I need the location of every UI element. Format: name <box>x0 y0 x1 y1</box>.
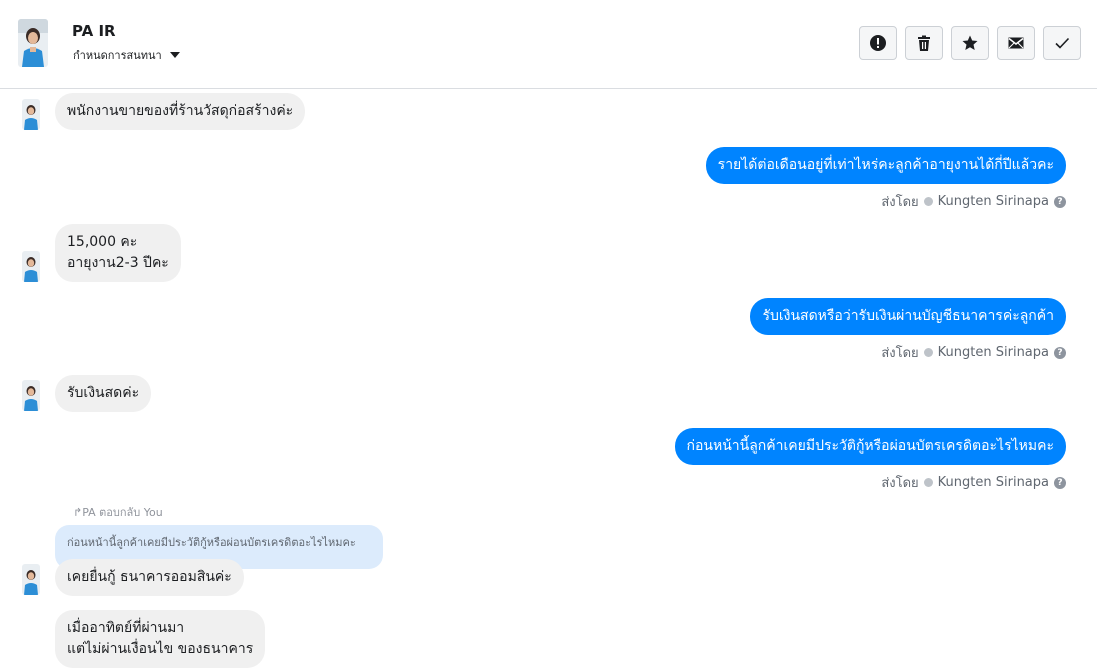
star-icon <box>962 35 978 50</box>
message-line: 15,000 คะ <box>67 234 138 250</box>
contact-avatar-small <box>22 251 40 282</box>
sent-by-info: ส่งโดย Kungten Sirinapa ? <box>881 342 1066 363</box>
mark-unread-button[interactable] <box>997 26 1035 60</box>
trash-icon <box>918 35 930 51</box>
message-line: แต่ไม่ผ่านเงื่อนไข ของธนาคาร <box>67 641 254 657</box>
outgoing-message[interactable]: รับเงินสดหรือว่ารับเงินผ่านบัญชีธนาคารค่… <box>750 298 1066 335</box>
help-icon[interactable]: ? <box>1054 195 1066 208</box>
incoming-message[interactable]: รับเงินสดค่ะ <box>55 375 152 412</box>
help-icon[interactable]: ? <box>1054 346 1066 359</box>
assign-conversation-label: กำหนดการสนทนา <box>73 49 162 62</box>
agent-status-icon <box>923 478 933 487</box>
sent-by-label: ส่งโดย <box>881 195 919 210</box>
caret-down-icon <box>169 52 180 58</box>
reply-indicator: ↱PA ตอบกลับ You <box>73 506 163 519</box>
incoming-message[interactable]: เคยยื่นกู้ ธนาคารออมสินค่ะ <box>55 559 244 596</box>
message-line: เมื่ออาทิตย์ที่ผ่านมา <box>67 620 185 636</box>
sent-by-label: ส่งโดย <box>881 476 919 491</box>
incoming-message[interactable]: พนักงานขายของที่ร้านวัสดุก่อสร้างค่ะ <box>55 93 306 130</box>
help-icon[interactable]: ? <box>1054 476 1066 489</box>
sent-by-label: ส่งโดย <box>881 346 919 361</box>
agent-status-icon <box>923 348 933 357</box>
contact-avatar-small <box>22 564 40 595</box>
message-line: อายุงาน2-3 ปีคะ <box>67 255 169 271</box>
sent-by-agent[interactable]: Kungten Sirinapa <box>938 345 1049 360</box>
star-button[interactable] <box>951 26 989 60</box>
contact-name: PA IR <box>72 22 116 40</box>
contact-avatar-small <box>22 99 40 130</box>
assign-conversation-dropdown[interactable]: กำหนดการสนทนา <box>73 46 180 64</box>
delete-button[interactable] <box>905 26 943 60</box>
mark-done-button[interactable] <box>1043 26 1081 60</box>
outgoing-message[interactable]: รายได้ต่อเดือนอยู่ที่เท่าไหร่คะลูกค้าอาย… <box>705 147 1066 184</box>
spam-button[interactable] <box>859 26 897 60</box>
sent-by-agent[interactable]: Kungten Sirinapa <box>938 475 1049 490</box>
outgoing-message[interactable]: ก่อนหน้านี้ลูกค้าเคยมีประวัติกู้หรือผ่อน… <box>674 428 1066 465</box>
message-thread[interactable]: พนักงานขายของที่ร้านวัสดุก่อสร้างค่ะ ราย… <box>0 89 1097 668</box>
contact-avatar-small <box>22 380 40 411</box>
incoming-message[interactable]: เมื่ออาทิตย์ที่ผ่านมา แต่ไม่ผ่านเงื่อนไข… <box>55 610 266 668</box>
sent-by-info: ส่งโดย Kungten Sirinapa ? <box>881 472 1066 493</box>
conversation-header: PA IR กำหนดการสนทนา <box>0 0 1097 89</box>
agent-status-icon <box>923 197 933 206</box>
sent-by-info: ส่งโดย Kungten Sirinapa ? <box>881 191 1066 212</box>
envelope-icon <box>1008 37 1024 49</box>
sent-by-agent[interactable]: Kungten Sirinapa <box>938 194 1049 209</box>
incoming-message[interactable]: 15,000 คะ อายุงาน2-3 ปีคะ <box>55 224 181 282</box>
header-actions <box>859 26 1081 60</box>
check-icon <box>1055 37 1070 49</box>
contact-avatar[interactable] <box>18 19 48 67</box>
alert-icon <box>870 35 886 51</box>
